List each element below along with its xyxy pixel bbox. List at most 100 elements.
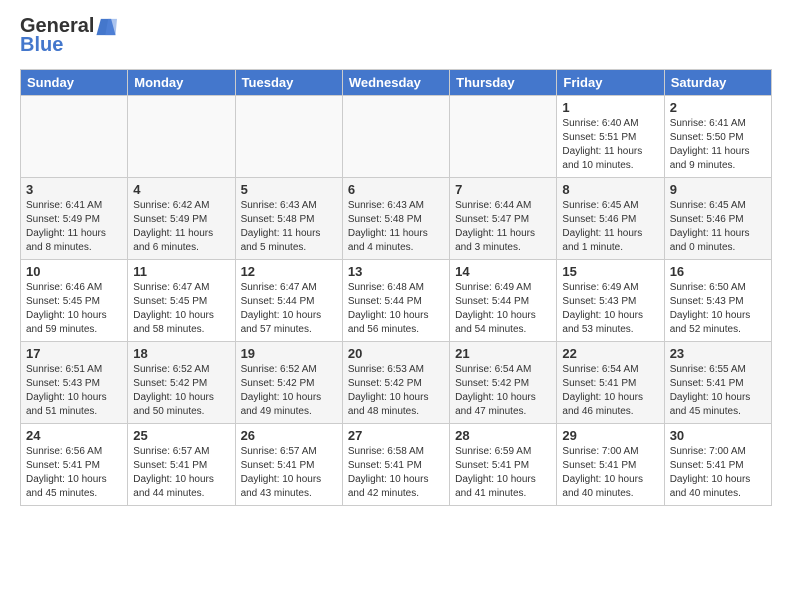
day-number: 30 xyxy=(670,428,766,443)
day-number: 1 xyxy=(562,100,658,115)
calendar-cell xyxy=(21,96,128,178)
column-header-sunday: Sunday xyxy=(21,70,128,96)
day-number: 4 xyxy=(133,182,229,197)
calendar-page: General Blue SundayMondayTuesdayWednesda… xyxy=(0,0,792,612)
day-info: Sunrise: 6:59 AM Sunset: 5:41 PM Dayligh… xyxy=(455,445,551,501)
calendar-cell: 17 Sunrise: 6:51 AM Sunset: 5:43 PM Dayl… xyxy=(21,342,128,424)
day-number: 28 xyxy=(455,428,551,443)
day-info: Sunrise: 6:57 AM Sunset: 5:41 PM Dayligh… xyxy=(241,445,337,501)
calendar-cell: 5 Sunrise: 6:43 AM Sunset: 5:48 PM Dayli… xyxy=(235,178,342,260)
calendar-cell: 23 Sunrise: 6:55 AM Sunset: 5:41 PM Dayl… xyxy=(664,342,771,424)
day-number: 11 xyxy=(133,264,229,279)
day-info: Sunrise: 7:00 AM Sunset: 5:41 PM Dayligh… xyxy=(670,445,766,501)
column-header-thursday: Thursday xyxy=(450,70,557,96)
calendar-cell: 29 Sunrise: 7:00 AM Sunset: 5:41 PM Dayl… xyxy=(557,424,664,506)
day-number: 19 xyxy=(241,346,337,361)
logo: General Blue xyxy=(20,15,117,57)
day-number: 23 xyxy=(670,346,766,361)
calendar-cell: 20 Sunrise: 6:53 AM Sunset: 5:42 PM Dayl… xyxy=(342,342,449,424)
column-header-tuesday: Tuesday xyxy=(235,70,342,96)
day-number: 15 xyxy=(562,264,658,279)
day-info: Sunrise: 6:43 AM Sunset: 5:48 PM Dayligh… xyxy=(241,199,337,255)
calendar-cell: 2 Sunrise: 6:41 AM Sunset: 5:50 PM Dayli… xyxy=(664,96,771,178)
week-row-2: 3 Sunrise: 6:41 AM Sunset: 5:49 PM Dayli… xyxy=(21,178,772,260)
page-header: General Blue xyxy=(20,15,772,57)
week-row-3: 10 Sunrise: 6:46 AM Sunset: 5:45 PM Dayl… xyxy=(21,260,772,342)
calendar-cell: 22 Sunrise: 6:54 AM Sunset: 5:41 PM Dayl… xyxy=(557,342,664,424)
calendar-cell: 4 Sunrise: 6:42 AM Sunset: 5:49 PM Dayli… xyxy=(128,178,235,260)
week-row-1: 1 Sunrise: 6:40 AM Sunset: 5:51 PM Dayli… xyxy=(21,96,772,178)
day-info: Sunrise: 6:48 AM Sunset: 5:44 PM Dayligh… xyxy=(348,281,444,337)
day-number: 26 xyxy=(241,428,337,443)
calendar-cell: 11 Sunrise: 6:47 AM Sunset: 5:45 PM Dayl… xyxy=(128,260,235,342)
logo-blue-text: Blue xyxy=(20,34,117,57)
day-number: 25 xyxy=(133,428,229,443)
calendar-cell: 25 Sunrise: 6:57 AM Sunset: 5:41 PM Dayl… xyxy=(128,424,235,506)
calendar-cell: 26 Sunrise: 6:57 AM Sunset: 5:41 PM Dayl… xyxy=(235,424,342,506)
day-number: 3 xyxy=(26,182,122,197)
day-number: 18 xyxy=(133,346,229,361)
day-info: Sunrise: 6:49 AM Sunset: 5:44 PM Dayligh… xyxy=(455,281,551,337)
calendar-cell xyxy=(128,96,235,178)
day-number: 9 xyxy=(670,182,766,197)
day-number: 7 xyxy=(455,182,551,197)
calendar-cell: 27 Sunrise: 6:58 AM Sunset: 5:41 PM Dayl… xyxy=(342,424,449,506)
calendar-cell: 12 Sunrise: 6:47 AM Sunset: 5:44 PM Dayl… xyxy=(235,260,342,342)
calendar-cell: 14 Sunrise: 6:49 AM Sunset: 5:44 PM Dayl… xyxy=(450,260,557,342)
day-number: 6 xyxy=(348,182,444,197)
calendar-cell: 10 Sunrise: 6:46 AM Sunset: 5:45 PM Dayl… xyxy=(21,260,128,342)
day-number: 24 xyxy=(26,428,122,443)
calendar-cell: 15 Sunrise: 6:49 AM Sunset: 5:43 PM Dayl… xyxy=(557,260,664,342)
day-info: Sunrise: 6:43 AM Sunset: 5:48 PM Dayligh… xyxy=(348,199,444,255)
calendar-cell: 3 Sunrise: 6:41 AM Sunset: 5:49 PM Dayli… xyxy=(21,178,128,260)
calendar-cell: 18 Sunrise: 6:52 AM Sunset: 5:42 PM Dayl… xyxy=(128,342,235,424)
day-number: 2 xyxy=(670,100,766,115)
day-info: Sunrise: 6:54 AM Sunset: 5:42 PM Dayligh… xyxy=(455,363,551,419)
day-info: Sunrise: 6:49 AM Sunset: 5:43 PM Dayligh… xyxy=(562,281,658,337)
day-number: 10 xyxy=(26,264,122,279)
day-info: Sunrise: 6:53 AM Sunset: 5:42 PM Dayligh… xyxy=(348,363,444,419)
day-info: Sunrise: 6:58 AM Sunset: 5:41 PM Dayligh… xyxy=(348,445,444,501)
day-info: Sunrise: 6:56 AM Sunset: 5:41 PM Dayligh… xyxy=(26,445,122,501)
day-info: Sunrise: 6:41 AM Sunset: 5:49 PM Dayligh… xyxy=(26,199,122,255)
day-info: Sunrise: 6:54 AM Sunset: 5:41 PM Dayligh… xyxy=(562,363,658,419)
column-header-wednesday: Wednesday xyxy=(342,70,449,96)
calendar-cell: 28 Sunrise: 6:59 AM Sunset: 5:41 PM Dayl… xyxy=(450,424,557,506)
calendar-cell xyxy=(342,96,449,178)
day-info: Sunrise: 6:51 AM Sunset: 5:43 PM Dayligh… xyxy=(26,363,122,419)
day-info: Sunrise: 6:47 AM Sunset: 5:45 PM Dayligh… xyxy=(133,281,229,337)
calendar-cell: 9 Sunrise: 6:45 AM Sunset: 5:46 PM Dayli… xyxy=(664,178,771,260)
day-number: 27 xyxy=(348,428,444,443)
day-number: 8 xyxy=(562,182,658,197)
week-row-5: 24 Sunrise: 6:56 AM Sunset: 5:41 PM Dayl… xyxy=(21,424,772,506)
day-info: Sunrise: 6:40 AM Sunset: 5:51 PM Dayligh… xyxy=(562,117,658,173)
day-number: 14 xyxy=(455,264,551,279)
calendar-cell: 16 Sunrise: 6:50 AM Sunset: 5:43 PM Dayl… xyxy=(664,260,771,342)
day-info: Sunrise: 6:45 AM Sunset: 5:46 PM Dayligh… xyxy=(670,199,766,255)
day-info: Sunrise: 6:47 AM Sunset: 5:44 PM Dayligh… xyxy=(241,281,337,337)
calendar-cell: 21 Sunrise: 6:54 AM Sunset: 5:42 PM Dayl… xyxy=(450,342,557,424)
day-number: 17 xyxy=(26,346,122,361)
day-info: Sunrise: 6:52 AM Sunset: 5:42 PM Dayligh… xyxy=(241,363,337,419)
column-header-monday: Monday xyxy=(128,70,235,96)
calendar-cell xyxy=(235,96,342,178)
calendar-cell: 24 Sunrise: 6:56 AM Sunset: 5:41 PM Dayl… xyxy=(21,424,128,506)
calendar-cell: 8 Sunrise: 6:45 AM Sunset: 5:46 PM Dayli… xyxy=(557,178,664,260)
day-number: 20 xyxy=(348,346,444,361)
day-info: Sunrise: 6:50 AM Sunset: 5:43 PM Dayligh… xyxy=(670,281,766,337)
day-info: Sunrise: 6:45 AM Sunset: 5:46 PM Dayligh… xyxy=(562,199,658,255)
day-number: 12 xyxy=(241,264,337,279)
day-number: 21 xyxy=(455,346,551,361)
day-info: Sunrise: 6:41 AM Sunset: 5:50 PM Dayligh… xyxy=(670,117,766,173)
week-row-4: 17 Sunrise: 6:51 AM Sunset: 5:43 PM Dayl… xyxy=(21,342,772,424)
day-number: 29 xyxy=(562,428,658,443)
calendar-cell: 6 Sunrise: 6:43 AM Sunset: 5:48 PM Dayli… xyxy=(342,178,449,260)
header-row: SundayMondayTuesdayWednesdayThursdayFrid… xyxy=(21,70,772,96)
day-info: Sunrise: 7:00 AM Sunset: 5:41 PM Dayligh… xyxy=(562,445,658,501)
calendar-cell: 19 Sunrise: 6:52 AM Sunset: 5:42 PM Dayl… xyxy=(235,342,342,424)
calendar-cell: 13 Sunrise: 6:48 AM Sunset: 5:44 PM Dayl… xyxy=(342,260,449,342)
day-info: Sunrise: 6:42 AM Sunset: 5:49 PM Dayligh… xyxy=(133,199,229,255)
column-header-friday: Friday xyxy=(557,70,664,96)
calendar-cell xyxy=(450,96,557,178)
day-number: 16 xyxy=(670,264,766,279)
